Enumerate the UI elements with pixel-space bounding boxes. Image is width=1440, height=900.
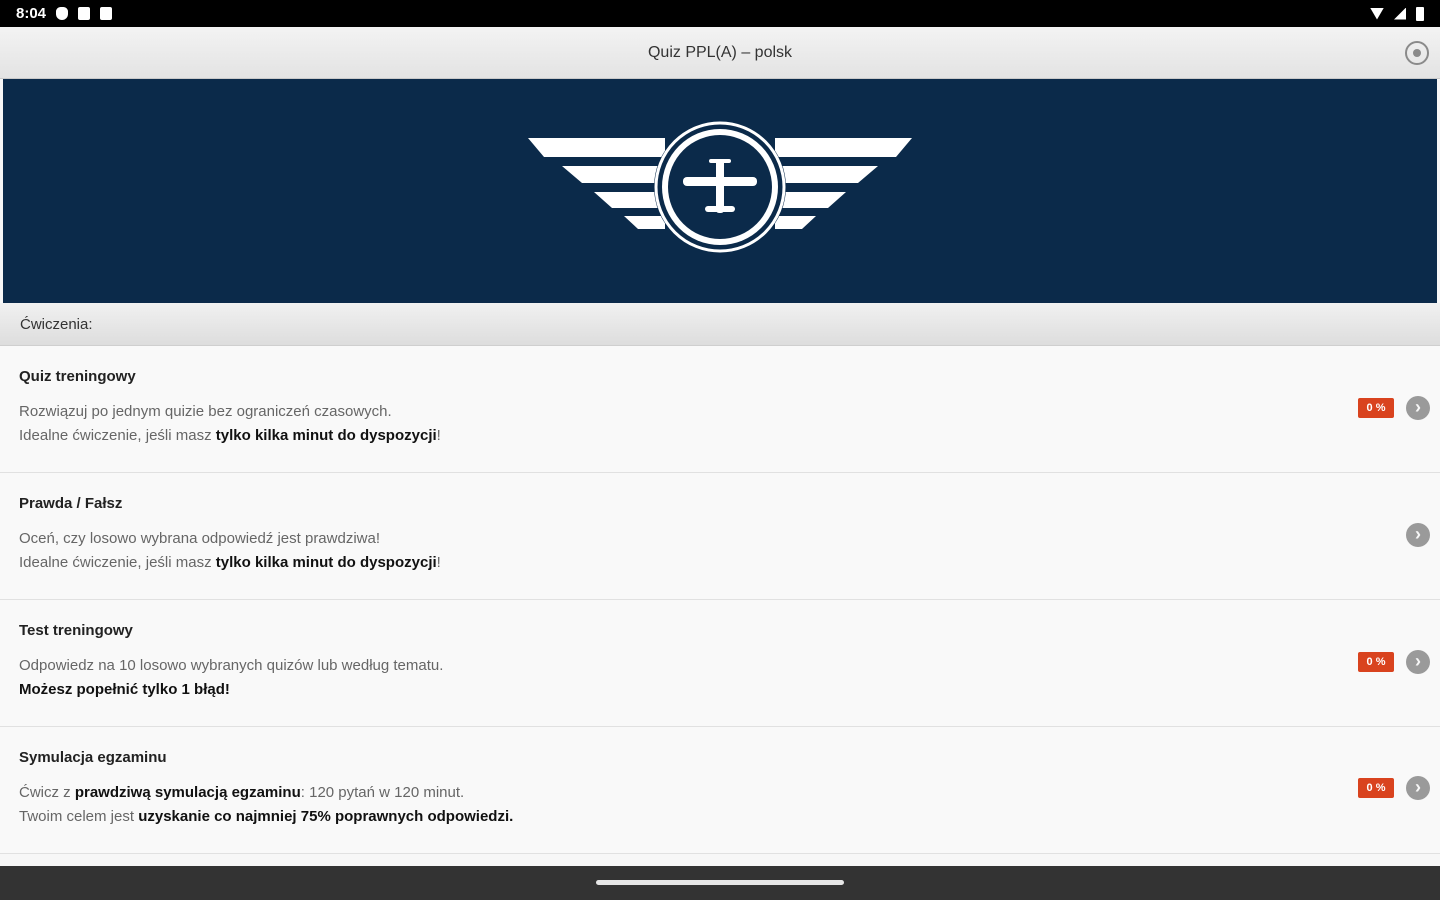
sd-card-icon — [78, 7, 91, 20]
status-bar: 8:04 — [0, 0, 1440, 27]
item-title: Symulacja egzaminu — [19, 749, 167, 766]
desc-text: Rozwiązuj po jednym quizie bez ogranicze… — [19, 403, 392, 420]
progress-badge: 0 % — [1358, 652, 1394, 672]
item-desc-line1: Rozwiązuj po jednym quizie bez ogranicze… — [19, 400, 1440, 424]
item-description: Ćwicz z prawdziwą symulacją egzaminu: 12… — [19, 781, 1440, 829]
section-header: Ćwiczenia: — [0, 303, 1440, 346]
item-description: Odpowiedz na 10 losowo wybranych quizów … — [19, 654, 1440, 702]
app-window: Quiz PPL(A) – polsk Ćwiczenia: Quiz tren… — [0, 27, 1440, 866]
battery-icon — [1416, 6, 1424, 21]
page-title: Quiz PPL(A) – polsk — [647, 43, 793, 61]
item-desc-line1: Odpowiedz na 10 losowo wybranych quizów … — [19, 654, 1440, 678]
list-item-symulacja-egzaminu[interactable]: Symulacja egzaminu Ćwicz z prawdziwą sym… — [0, 727, 1440, 854]
item-description: Rozwiązuj po jednym quizie bez ogranicze… — [19, 400, 1440, 448]
progress-badge: 0 % — [1358, 398, 1394, 418]
home-handle[interactable] — [596, 879, 844, 885]
banner — [3, 79, 1437, 303]
desc-text: Ćwicz z — [19, 784, 75, 801]
list-item-prawda-falsz[interactable]: Prawda / Fałsz Oceń, czy losowo wybrana … — [0, 473, 1440, 600]
desc-text: Odpowiedz na 10 losowo wybranych quizów … — [19, 657, 444, 674]
item-description: Oceń, czy losowo wybrana odpowiedź jest … — [19, 527, 1440, 575]
item-desc-line1: Oceń, czy losowo wybrana odpowiedź jest … — [19, 527, 1440, 551]
notification-icon — [100, 7, 113, 20]
desc-bold-text: prawdziwą symulacją egzaminu — [74, 784, 301, 801]
item-desc-line2: Idealne ćwiczenie, jeśli masz tylko kilk… — [19, 424, 1440, 448]
winged-airplane-logo — [528, 121, 912, 253]
app-header: Quiz PPL(A) – polsk — [0, 27, 1440, 79]
status-time: 8:04 — [16, 5, 47, 22]
item-desc-line1: Ćwicz z prawdziwą symulacją egzaminu: 12… — [19, 781, 1440, 805]
desc-text: Twoim celem jest — [19, 808, 139, 825]
item-desc-line2: Twoim celem jest uzyskanie co najmniej 7… — [19, 805, 1440, 829]
desc-text: : 120 pytań w 120 minut. — [300, 784, 465, 801]
desc-text: Idealne ćwiczenie, jeśli masz — [19, 427, 216, 444]
item-title: Quiz treningowy — [19, 368, 136, 385]
item-desc-line2: Idealne ćwiczenie, jeśli masz tylko kilk… — [19, 551, 1440, 575]
navigation-bar — [0, 866, 1440, 900]
status-left: 8:04 — [16, 5, 113, 22]
progress-badge: 0 % — [1358, 778, 1394, 798]
desc-bold-text: tylko kilka minut do dyspozycji — [215, 554, 437, 571]
settings-icon[interactable] — [1405, 41, 1429, 65]
shield-icon — [56, 7, 69, 20]
chevron-right-icon[interactable]: › — [1406, 396, 1430, 420]
list-item-test-treningowy[interactable]: Test treningowy Odpowiedz na 10 losowo w… — [0, 600, 1440, 727]
status-right — [1370, 6, 1424, 21]
chevron-right-icon[interactable]: › — [1406, 650, 1430, 674]
chevron-right-icon[interactable]: › — [1406, 523, 1430, 547]
item-title: Prawda / Fałsz — [19, 495, 123, 512]
desc-text: ! — [436, 554, 441, 571]
desc-bold-text: tylko kilka minut do dyspozycji — [215, 427, 437, 444]
section-title: Ćwiczenia: — [20, 315, 93, 333]
item-title: Test treningowy — [19, 622, 133, 639]
desc-bold-text: uzyskanie co najmniej 75% poprawnych odp… — [138, 808, 514, 825]
desc-text: ! — [436, 427, 441, 444]
wifi-icon — [1370, 7, 1384, 20]
desc-bold-text: Możesz popełnić tylko 1 błąd! — [19, 681, 230, 698]
signal-icon — [1394, 7, 1406, 20]
desc-text: Idealne ćwiczenie, jeśli masz — [19, 554, 216, 571]
list-item-quiz-treningowy[interactable]: Quiz treningowy Rozwiązuj po jednym quiz… — [0, 346, 1440, 473]
item-desc-line2: Możesz popełnić tylko 1 błąd! — [19, 678, 1440, 702]
desc-text: Oceń, czy losowo wybrana odpowiedź jest … — [19, 530, 381, 547]
chevron-right-icon[interactable]: › — [1406, 776, 1430, 800]
